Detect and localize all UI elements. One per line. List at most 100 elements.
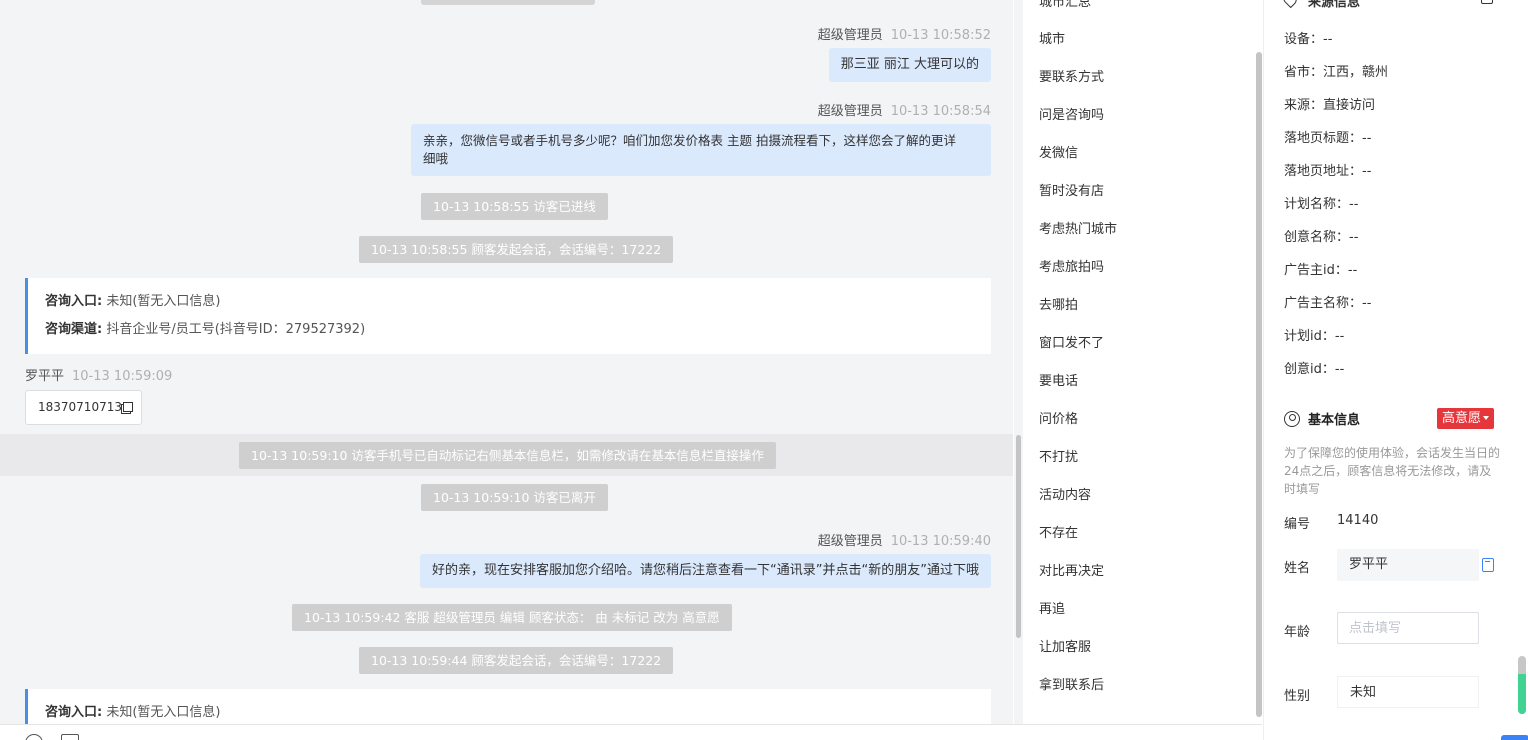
source-row-plan-name: 计划名称：--: [1284, 193, 1358, 212]
row-value: --: [1334, 329, 1345, 344]
row-value: --: [1349, 230, 1359, 245]
name-label: 姓名: [1284, 561, 1311, 576]
source-row-plan-id: 计划id：--: [1284, 325, 1344, 344]
intent-status-dropdown[interactable]: 高意愿: [1437, 408, 1495, 429]
chat-scrollbar[interactable]: [1014, 0, 1023, 724]
message-meta: 超级管理员 10-13 10:58:52: [818, 24, 991, 43]
source-row-device: 设备：--: [1284, 28, 1332, 47]
system-message: 10-13 10:59:42 客服 超级管理员 编辑 顾客状态： 由 未标记 改…: [292, 604, 732, 631]
quick-reply-item[interactable]: 暂时没有店: [1039, 180, 1104, 199]
channel-label: 咨询渠道:: [45, 322, 103, 337]
outgoing-message-bubble[interactable]: 那三亚 丽江 大理可以的: [828, 48, 991, 82]
phone-number: 18370710713: [38, 400, 122, 414]
scrollbar-thumb[interactable]: [1016, 435, 1021, 638]
row-value: --: [1323, 32, 1333, 47]
app-root: 超级管理员 10-13 10:58:52 那三亚 丽江 大理可以的 超级管理员 10…: [0, 0, 1528, 740]
system-message: 10-13 10:59:10 访客已离开: [421, 484, 608, 511]
emoji-icon[interactable]: [25, 734, 43, 740]
floating-action-button-edge[interactable]: [1501, 735, 1528, 740]
source-row-landing-title: 落地页标题：--: [1284, 127, 1371, 146]
entry-label: 咨询入口:: [45, 294, 103, 309]
quick-reply-item[interactable]: 问是咨询吗: [1039, 104, 1104, 123]
message-meta: 超级管理员 10-13 10:59:40: [818, 530, 991, 549]
visitor-phone-message[interactable]: 18370710713: [25, 390, 142, 425]
entry-value: 未知(暂无入口信息): [106, 705, 221, 720]
age-input[interactable]: [1337, 612, 1479, 644]
quick-reply-item[interactable]: 发微信: [1039, 142, 1078, 161]
quick-reply-item[interactable]: 城市: [1039, 28, 1065, 47]
entry-row: 咨询入口: 未知(暂无入口信息): [45, 699, 974, 724]
source-row-source: 来源：直接访问: [1284, 94, 1375, 113]
source-info-title: 来源信息: [1308, 0, 1361, 10]
quick-reply-item[interactable]: 活动内容: [1039, 484, 1091, 503]
consultation-info-card: 咨询入口: 未知(暂无入口信息) 咨询渠道: 抖音企业号/员工号(抖音号ID：2…: [25, 278, 991, 354]
quick-reply-item[interactable]: 考虑热门城市: [1039, 218, 1117, 237]
quick-reply-item[interactable]: 去哪拍: [1039, 294, 1078, 313]
entry-row: 咨询入口: 未知(暂无入口信息): [45, 288, 974, 316]
message-text-line: 细哦: [423, 151, 449, 166]
outgoing-message-bubble[interactable]: 亲亲，您微信号或者手机号多少呢？咱们加您发价格表 主题 拍摄流程看下，这样您会了…: [411, 124, 991, 176]
id-label: 编号: [1284, 517, 1311, 532]
name-field[interactable]: 罗平平: [1337, 549, 1479, 581]
panel-scrollbar[interactable]: [1518, 656, 1526, 714]
system-message: 10-13 10:59:10 访客手机号已自动标记右侧基本信息栏，如需修改请在基…: [239, 442, 776, 469]
gender-label: 性别: [1284, 689, 1311, 704]
quick-reply-scrollbar[interactable]: [1255, 0, 1263, 724]
outgoing-message-bubble[interactable]: 好的亲，现在安排客服加您介绍哈。请您稍后注意查看一下“通讯录”并点击“新的朋友”…: [420, 554, 991, 588]
row-label: 落地页标题：: [1284, 131, 1363, 146]
row-label: 计划名称：: [1284, 197, 1350, 212]
edit-icon[interactable]: [1481, 0, 1493, 4]
quick-reply-item[interactable]: 不存在: [1039, 522, 1078, 541]
scrollbar-thumb[interactable]: [1518, 674, 1526, 714]
age-label: 年龄: [1284, 625, 1311, 640]
quick-reply-list: 城市汇总 城市 要联系方式 问是咨询吗 发微信 暂时没有店 考虑热门城市 考虑旅…: [1023, 0, 1255, 724]
row-value: --: [1334, 362, 1345, 377]
scrollbar-thumb[interactable]: [1256, 52, 1262, 717]
system-message: 10-13 10:58:55 顾客发起会话，会话编号：17222: [359, 236, 674, 263]
row-value: 江西，赣州: [1323, 65, 1389, 80]
consultation-info-card: 咨询入口: 未知(暂无入口信息): [25, 689, 991, 724]
row-value: --: [1362, 164, 1372, 179]
row-value: --: [1347, 263, 1358, 278]
customer-info-panel: 来源信息 设备：-- 省市：江西，赣州 来源：直接访问 落地页标题：-- 落地页…: [1263, 0, 1528, 740]
sender-name: 超级管理员: [817, 534, 883, 549]
copy-icon[interactable]: [122, 402, 133, 412]
gender-field[interactable]: 未知: [1337, 676, 1479, 708]
channel-row: 咨询渠道: 抖音企业号/员工号(抖音号ID：279527392): [45, 316, 974, 344]
row-value: --: [1362, 131, 1372, 146]
quick-reply-item[interactable]: 不打扰: [1039, 446, 1078, 465]
entry-label: 咨询入口:: [45, 705, 103, 720]
quick-reply-item[interactable]: 再追: [1039, 598, 1065, 617]
message-time: 10-13 10:58:52: [890, 28, 991, 43]
message-time: 10-13 10:59:09: [72, 369, 173, 384]
quick-reply-item[interactable]: 城市汇总: [1039, 0, 1091, 10]
row-label: 落地页地址：: [1284, 164, 1363, 179]
row-label: 省市：: [1284, 65, 1324, 80]
message-text: 好的亲，现在安排客服加您介绍哈。请您稍后注意查看一下“通讯录”并点击“新的朋友”…: [432, 563, 979, 578]
source-row-advertiser-name: 广告主名称：--: [1284, 292, 1371, 311]
quick-reply-item[interactable]: 拿到联系后: [1039, 674, 1104, 693]
quick-reply-item[interactable]: 考虑旅拍吗: [1039, 256, 1104, 275]
row-value: --: [1362, 296, 1372, 311]
message-time: 10-13 10:59:40: [890, 534, 991, 549]
quick-reply-item[interactable]: 对比再决定: [1039, 560, 1104, 579]
quick-reply-item[interactable]: 问价格: [1039, 408, 1078, 427]
quick-reply-item[interactable]: 让加客服: [1039, 636, 1091, 655]
row-label: 创意id：: [1284, 362, 1335, 377]
quick-reply-item[interactable]: 要联系方式: [1039, 66, 1104, 85]
channel-value: 抖音企业号/员工号(抖音号ID：279527392): [106, 322, 366, 337]
copy-icon[interactable]: [1482, 558, 1494, 572]
quick-reply-item[interactable]: 要电话: [1039, 370, 1078, 389]
system-message: 10-13 10:58:55 访客已进线: [421, 193, 608, 220]
basic-info-header: 基本信息: [1284, 409, 1360, 428]
caret-down-icon: [1483, 416, 1490, 420]
location-icon: [1280, 0, 1300, 9]
source-row-creative-name: 创意名称：--: [1284, 226, 1358, 245]
row-label: 设备：: [1284, 32, 1324, 47]
source-row-creative-id: 创意id：--: [1284, 358, 1344, 377]
image-icon[interactable]: [61, 734, 79, 740]
sender-name: 超级管理员: [817, 104, 883, 119]
previous-system-message-stub: [421, 0, 595, 5]
quick-reply-item[interactable]: 窗口发不了: [1039, 332, 1104, 351]
source-row-region: 省市：江西，赣州: [1284, 61, 1388, 80]
